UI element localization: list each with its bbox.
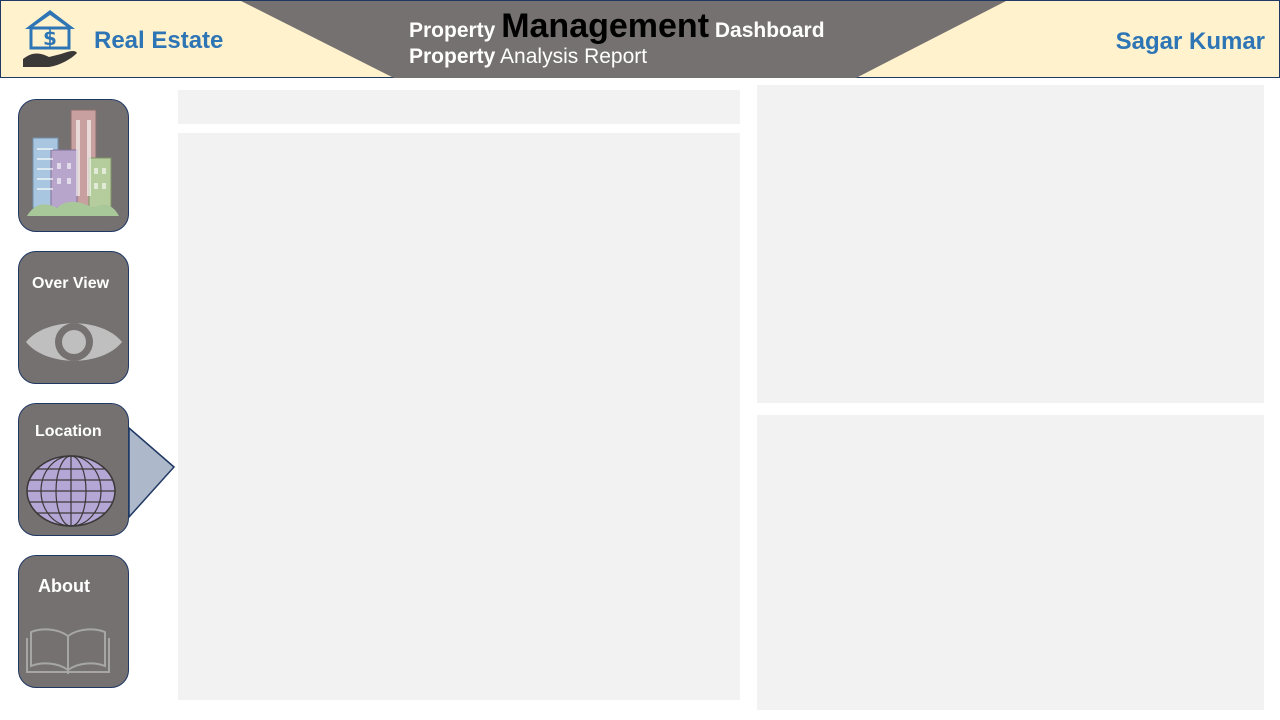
filter-bar-panel <box>178 90 740 124</box>
nav-about-button[interactable]: About <box>18 555 129 688</box>
user-name: Sagar Kumar <box>1115 28 1265 55</box>
svg-text:$: $ <box>43 26 57 50</box>
active-nav-pointer <box>128 427 176 519</box>
page-title: Property Management Dashboard <box>409 7 825 46</box>
nav-location-label: Location <box>35 423 102 440</box>
page-subtitle: Property Analysis Report <box>409 45 647 69</box>
brand-name: Real Estate <box>94 27 224 54</box>
nav-home-button[interactable] <box>18 99 129 232</box>
title-word-management: Management <box>501 7 710 45</box>
nav-overview-label: Over View <box>32 275 110 292</box>
eye-icon <box>26 323 122 361</box>
subtitle-bold: Property <box>409 45 496 68</box>
title-word-dashboard: Dashboard <box>714 19 825 42</box>
chart-panel-top <box>757 85 1264 403</box>
house-dollar-hand-icon: $ <box>23 10 77 67</box>
map-panel <box>178 133 740 700</box>
header-bar: $ Real Estate Property Management Dashbo… <box>0 0 1280 78</box>
open-book-icon <box>26 628 110 674</box>
title-word-property: Property <box>409 19 496 42</box>
nav-about-label: About <box>38 576 90 596</box>
nav-location-button[interactable]: Location <box>18 403 129 536</box>
city-buildings-icon <box>27 109 119 216</box>
globe-icon <box>26 455 116 527</box>
subtitle-rest: Analysis Report <box>500 45 648 68</box>
chart-panel-bottom <box>757 415 1264 710</box>
nav-overview-button[interactable]: Over View <box>18 251 129 384</box>
